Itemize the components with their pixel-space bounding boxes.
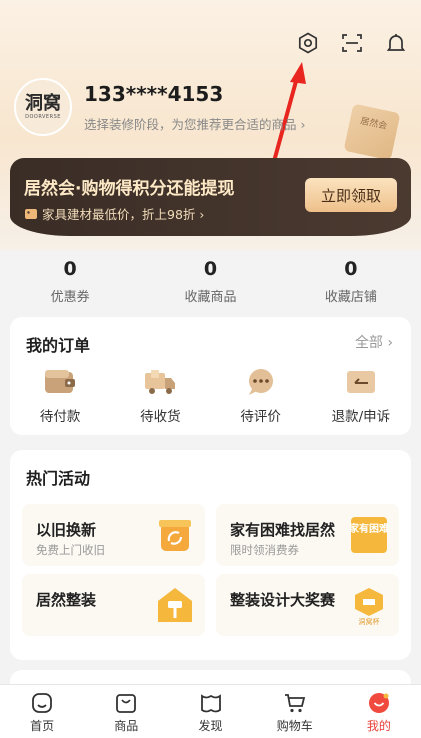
bottom-tab-bar: 首页 商品 发现 购物车 我的 bbox=[0, 684, 421, 738]
cart-icon bbox=[284, 694, 305, 713]
activity-title: 家有困难找居然 bbox=[230, 521, 336, 539]
design-award-text: 洞窝杯 bbox=[359, 617, 380, 625]
scan-icon[interactable] bbox=[339, 30, 365, 56]
discover-icon bbox=[200, 694, 221, 713]
claim-button[interactable]: 立即领取 bbox=[305, 178, 397, 212]
activity-design-contest[interactable]: 整装设计大奖赛 洞窝杯 bbox=[216, 574, 399, 636]
tab-products[interactable]: 商品 bbox=[84, 685, 168, 738]
orders-title: 我的订单 bbox=[26, 336, 91, 355]
tab-home[interactable]: 首页 bbox=[0, 685, 84, 738]
orders-card: 我的订单 全部 › 待付款 待收货 待评价 退款/申诉 bbox=[10, 317, 411, 435]
order-pending-receipt[interactable]: 待收货 bbox=[110, 367, 210, 425]
tab-label: 我的 bbox=[366, 719, 391, 733]
order-status-list: 待付款 待收货 待评价 退款/申诉 bbox=[10, 367, 411, 425]
user-phone[interactable]: 133****4153 bbox=[84, 82, 223, 106]
stat-value: 0 bbox=[63, 258, 77, 280]
home-icon bbox=[32, 693, 52, 713]
comment-icon bbox=[248, 369, 273, 395]
tab-label: 商品 bbox=[114, 719, 139, 733]
tab-profile[interactable]: 我的 bbox=[337, 685, 421, 738]
tab-label: 发现 bbox=[198, 719, 223, 733]
activities-card: 热门活动 以旧换新 免费上门收旧 家有困难找居然 限时领消费券 家有困难 居然整… bbox=[10, 450, 411, 660]
avatar-logo: 洞窝 bbox=[25, 93, 61, 114]
tab-label: 购物车 bbox=[276, 719, 313, 733]
stats-row: 0 优惠券 0 收藏商品 0 收藏店铺 bbox=[0, 258, 421, 305]
promo-subtitle-text: 家具建材最低价，折上98折 › bbox=[42, 207, 205, 222]
refund-icon bbox=[346, 371, 375, 393]
activity-subtitle: 免费上门收旧 bbox=[36, 543, 105, 557]
tag-icon bbox=[25, 208, 37, 219]
order-pending-payment[interactable]: 待付款 bbox=[10, 367, 110, 425]
avatar[interactable]: 洞窝 DOORVERSE bbox=[14, 78, 72, 136]
activity-help[interactable]: 家有困难找居然 限时领消费券 家有困难 bbox=[216, 504, 399, 566]
tab-cart[interactable]: 购物车 bbox=[253, 685, 337, 738]
activity-subtitle: 限时领消费券 bbox=[230, 543, 299, 557]
profile-icon bbox=[368, 693, 389, 713]
activity-title: 居然整装 bbox=[36, 591, 97, 609]
bell-icon[interactable] bbox=[383, 30, 409, 56]
stat-favorite-products[interactable]: 0 收藏商品 bbox=[140, 258, 280, 305]
help-badge-icon: 家有困难 bbox=[349, 517, 389, 553]
order-item-label: 退款/申诉 bbox=[331, 409, 391, 425]
stat-label: 收藏商品 bbox=[184, 290, 237, 305]
order-refund[interactable]: 退款/申诉 bbox=[311, 367, 411, 425]
activity-title: 整装设计大奖赛 bbox=[230, 591, 336, 609]
activity-full-renovation[interactable]: 居然整装 bbox=[22, 574, 205, 636]
order-item-label: 待评价 bbox=[240, 409, 281, 425]
help-badge-text: 家有困难 bbox=[349, 522, 389, 535]
paint-roller-house-icon bbox=[158, 588, 192, 622]
activities-title: 热门活动 bbox=[26, 469, 91, 488]
stat-label: 优惠券 bbox=[50, 290, 90, 305]
avatar-logo-en: DOORVERSE bbox=[25, 114, 61, 120]
shopping-bag-icon bbox=[116, 694, 137, 713]
activity-trade-in[interactable]: 以旧换新 免费上门收旧 bbox=[22, 504, 205, 566]
tab-discover[interactable]: 发现 bbox=[168, 685, 252, 738]
activity-title: 以旧换新 bbox=[36, 521, 97, 539]
order-item-label: 待收货 bbox=[140, 409, 181, 425]
membership-badge[interactable]: 居然会 bbox=[343, 103, 401, 161]
order-item-label: 待付款 bbox=[39, 409, 81, 425]
stat-value: 0 bbox=[203, 258, 218, 280]
membership-badge-text: 居然会 bbox=[359, 116, 388, 132]
promo-subtitle[interactable]: 家具建材最低价，折上98折 › bbox=[24, 204, 204, 223]
promo-banner[interactable]: 居然会·购物得积分还能提现 家具建材最低价，折上98折 › 立即领取 bbox=[10, 158, 411, 236]
design-award-icon: 洞窝杯 bbox=[355, 588, 383, 625]
stat-label: 收藏店铺 bbox=[324, 290, 377, 305]
truck-icon bbox=[145, 370, 176, 394]
stat-value: 0 bbox=[344, 258, 358, 280]
top-toolbar bbox=[295, 30, 409, 56]
tab-label: 首页 bbox=[30, 719, 55, 733]
stat-coupons[interactable]: 0 优惠券 bbox=[0, 258, 140, 305]
promo-title: 居然会·购物得积分还能提现 bbox=[24, 179, 235, 199]
recycle-box-icon bbox=[159, 520, 191, 551]
wallet-icon bbox=[45, 370, 76, 393]
settings-icon[interactable] bbox=[295, 30, 321, 56]
stat-favorite-stores[interactable]: 0 收藏店铺 bbox=[281, 258, 421, 305]
order-pending-review[interactable]: 待评价 bbox=[211, 367, 311, 425]
decoration-stage-link[interactable]: 选择装修阶段，为您推荐更合适的商品 › bbox=[84, 114, 305, 133]
orders-all-link[interactable]: 全部 › bbox=[355, 332, 393, 352]
